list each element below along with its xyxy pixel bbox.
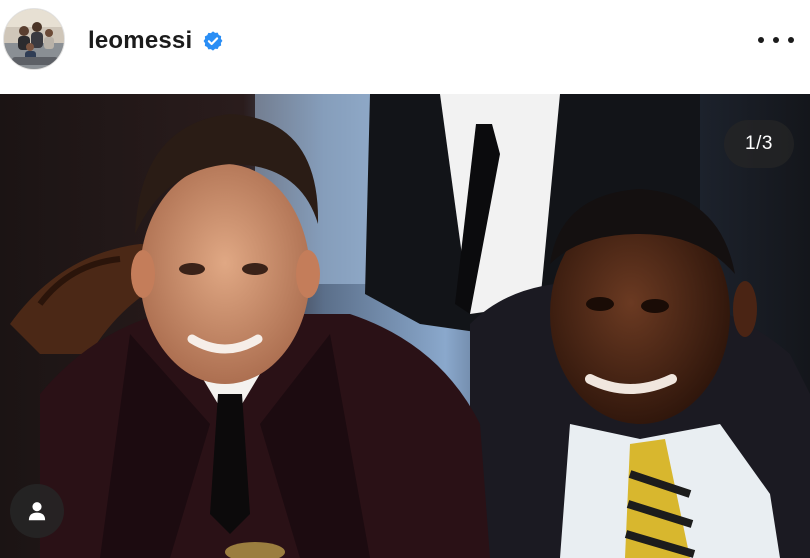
username[interactable]: leomessi (88, 27, 192, 55)
more-dot (773, 37, 779, 43)
post-header: leomessi (0, 0, 810, 94)
post-image (0, 94, 810, 558)
avatar-photo (4, 9, 64, 69)
profile-avatar[interactable] (3, 8, 65, 70)
verified-badge-icon (202, 30, 224, 52)
media-counter: 1/3 (724, 120, 794, 168)
more-dot (758, 37, 764, 43)
user-tag-icon[interactable] (10, 484, 64, 538)
more-dot (788, 37, 794, 43)
post-photo[interactable]: 1/3 (0, 94, 810, 558)
username-row: leomessi (88, 24, 224, 58)
more-options-icon[interactable] (758, 25, 794, 55)
